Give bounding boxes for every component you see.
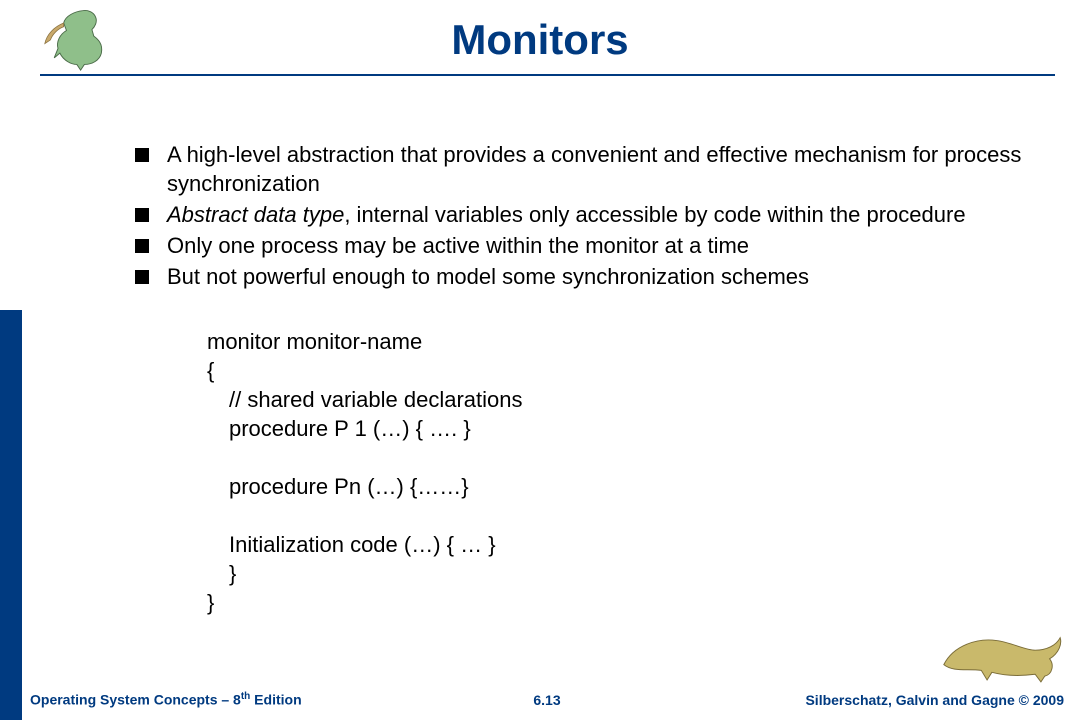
footer-page-number: 6.13 — [533, 692, 560, 708]
footer-authors: Silberschatz, Galvin and Gagne © 2009 — [805, 692, 1064, 708]
bullet-item: Only one process may be active within th… — [135, 231, 1040, 260]
footer-ordinal-sup: th — [241, 691, 250, 702]
code-line: monitor monitor-name — [207, 327, 1040, 356]
code-block: monitor monitor-name { // shared variabl… — [207, 327, 1040, 617]
bullet-item: A high-level abstraction that provides a… — [135, 140, 1040, 198]
slide-footer: Operating System Concepts – 8th Edition … — [30, 684, 1064, 708]
code-line: } — [207, 559, 1040, 588]
code-line: procedure Pn (…) {……} — [207, 472, 1040, 501]
bullet-text: A high-level abstraction that provides a… — [167, 140, 1040, 198]
code-line: { — [207, 356, 1040, 385]
dinosaur-bottom-icon — [939, 626, 1064, 684]
slide-content: A high-level abstraction that provides a… — [135, 140, 1040, 617]
code-line: procedure P 1 (…) { …. } — [207, 414, 1040, 443]
bullet-text: Abstract data type, internal variables o… — [167, 200, 1040, 229]
bullet-square-icon — [135, 148, 149, 162]
bullet-item: Abstract data type, internal variables o… — [135, 200, 1040, 229]
title-underline — [40, 74, 1055, 76]
code-line: Initialization code (…) { … } — [207, 530, 1040, 559]
footer-left: Operating System Concepts – 8th Edition — [30, 691, 302, 708]
bullet-text: But not powerful enough to model some sy… — [167, 262, 1040, 291]
footer-book-title-a: Operating System Concepts – 8 — [30, 692, 241, 708]
slide-title: Monitors — [451, 16, 628, 64]
code-line — [207, 443, 1040, 472]
code-line: } — [207, 588, 1040, 617]
code-line — [207, 501, 1040, 530]
left-bar-gap — [0, 0, 22, 310]
dinosaur-top-icon — [35, 6, 130, 72]
bullet-square-icon — [135, 270, 149, 284]
code-line: // shared variable declarations — [207, 385, 1040, 414]
bullet-square-icon — [135, 208, 149, 222]
bullet-item: But not powerful enough to model some sy… — [135, 262, 1040, 291]
left-accent-bar — [0, 0, 22, 720]
bullet-square-icon — [135, 239, 149, 253]
slide-title-wrap: Monitors — [451, 16, 628, 64]
footer-book-title-b: Edition — [250, 692, 301, 708]
bullet-text: Only one process may be active within th… — [167, 231, 1040, 260]
